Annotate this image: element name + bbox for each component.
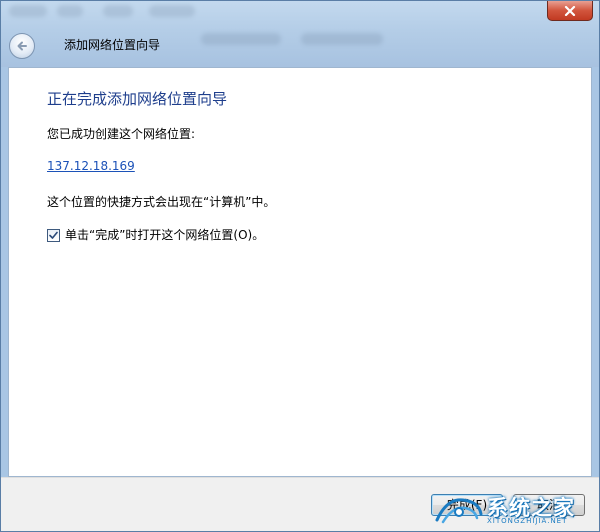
wizard-content: 正在完成添加网络位置向导 您已成功创建这个网络位置: 137.12.18.169…	[8, 67, 592, 477]
back-button[interactable]	[9, 33, 35, 59]
watermark-logo-icon	[435, 498, 483, 524]
checkmark-icon	[49, 231, 58, 239]
blurred-background	[149, 5, 195, 17]
open-location-checkbox[interactable]	[47, 228, 60, 242]
site-watermark: 系统之家 XITONGZHIJIA.NET	[433, 488, 593, 528]
back-arrow-icon	[17, 41, 27, 51]
blurred-background	[301, 33, 383, 45]
close-icon	[564, 5, 576, 16]
watermark-subtext: XITONGZHIJIA.NET	[487, 517, 568, 525]
blurred-background	[103, 5, 133, 17]
wizard-window: 添加网络位置向导 正在完成添加网络位置向导 您已成功创建这个网络位置: 137.…	[0, 0, 600, 532]
open-location-option[interactable]: 单击“完成”时打开这个网络位置(O)。	[47, 227, 264, 243]
wizard-title: 添加网络位置向导	[64, 38, 161, 52]
button-bar: 完成(F) 取消 系统之家 XITONGZHIJIA.NET	[1, 477, 599, 531]
blurred-background	[57, 5, 83, 17]
shortcut-info-text: 这个位置的快捷方式会出现在“计算机”中。	[47, 195, 276, 209]
blurred-background	[9, 5, 47, 17]
blurred-background	[201, 33, 281, 45]
page-heading: 正在完成添加网络位置向导	[47, 90, 228, 108]
network-location-link[interactable]: 137.12.18.169	[47, 158, 135, 174]
open-location-label: 单击“完成”时打开这个网络位置(O)。	[65, 228, 265, 242]
created-location-text: 您已成功创建这个网络位置:	[47, 127, 196, 141]
close-button[interactable]	[547, 1, 593, 21]
title-bar: 添加网络位置向导	[1, 1, 599, 67]
